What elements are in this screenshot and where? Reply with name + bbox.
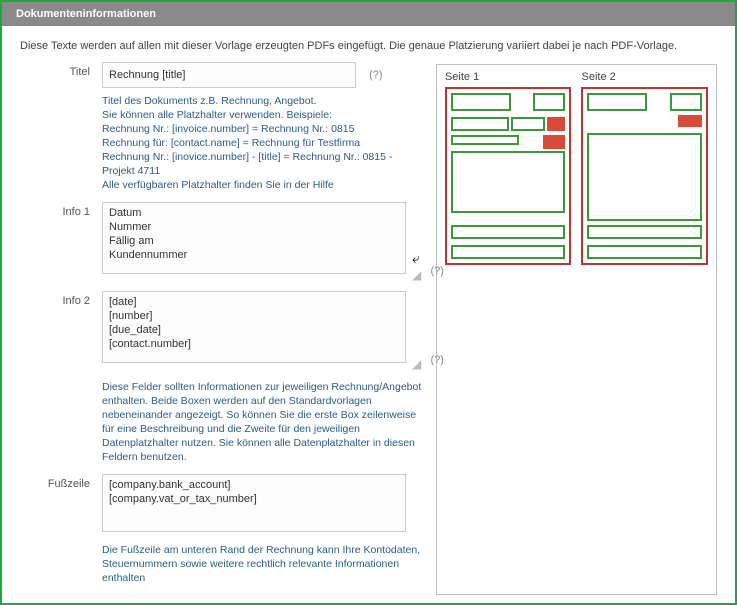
resize-grip-icon: ◢ <box>412 357 420 365</box>
label-info1: Info 1 <box>20 202 102 218</box>
help-icon[interactable]: (?) <box>431 354 444 366</box>
fusszeile-hint: Die Fußzeile am unteren Rand der Rechnun… <box>102 543 422 585</box>
info2-textarea[interactable] <box>102 291 406 363</box>
preview-page1-label: Seite 1 <box>445 71 572 83</box>
info1-textarea[interactable] <box>102 202 406 274</box>
cursor-icon: ⤶ <box>412 250 420 267</box>
preview-page-2 <box>581 87 708 265</box>
help-icon[interactable]: (?) <box>359 69 382 81</box>
section-header: Dokumenteninformationen <box>2 2 735 26</box>
help-icon[interactable]: (?) <box>431 265 444 277</box>
fusszeile-textarea[interactable] <box>102 474 406 532</box>
preview-page-1 <box>445 87 572 265</box>
preview-panel: Seite 1 Seite 2 <box>436 64 717 595</box>
titel-input[interactable] <box>102 62 356 88</box>
intro-text: Diese Texte werden auf allen mit dieser … <box>20 40 717 52</box>
preview-page2-label: Seite 2 <box>581 71 708 83</box>
label-info2: Info 2 <box>20 291 102 307</box>
titel-hint: Titel des Dokuments z.B. Rechnung, Angeb… <box>102 94 422 192</box>
label-titel: Titel <box>20 62 102 78</box>
label-fusszeile: Fußzeile <box>20 474 102 490</box>
info-hint: Diese Felder sollten Informationen zur j… <box>102 380 422 464</box>
resize-grip-icon: ◢ <box>412 268 420 276</box>
